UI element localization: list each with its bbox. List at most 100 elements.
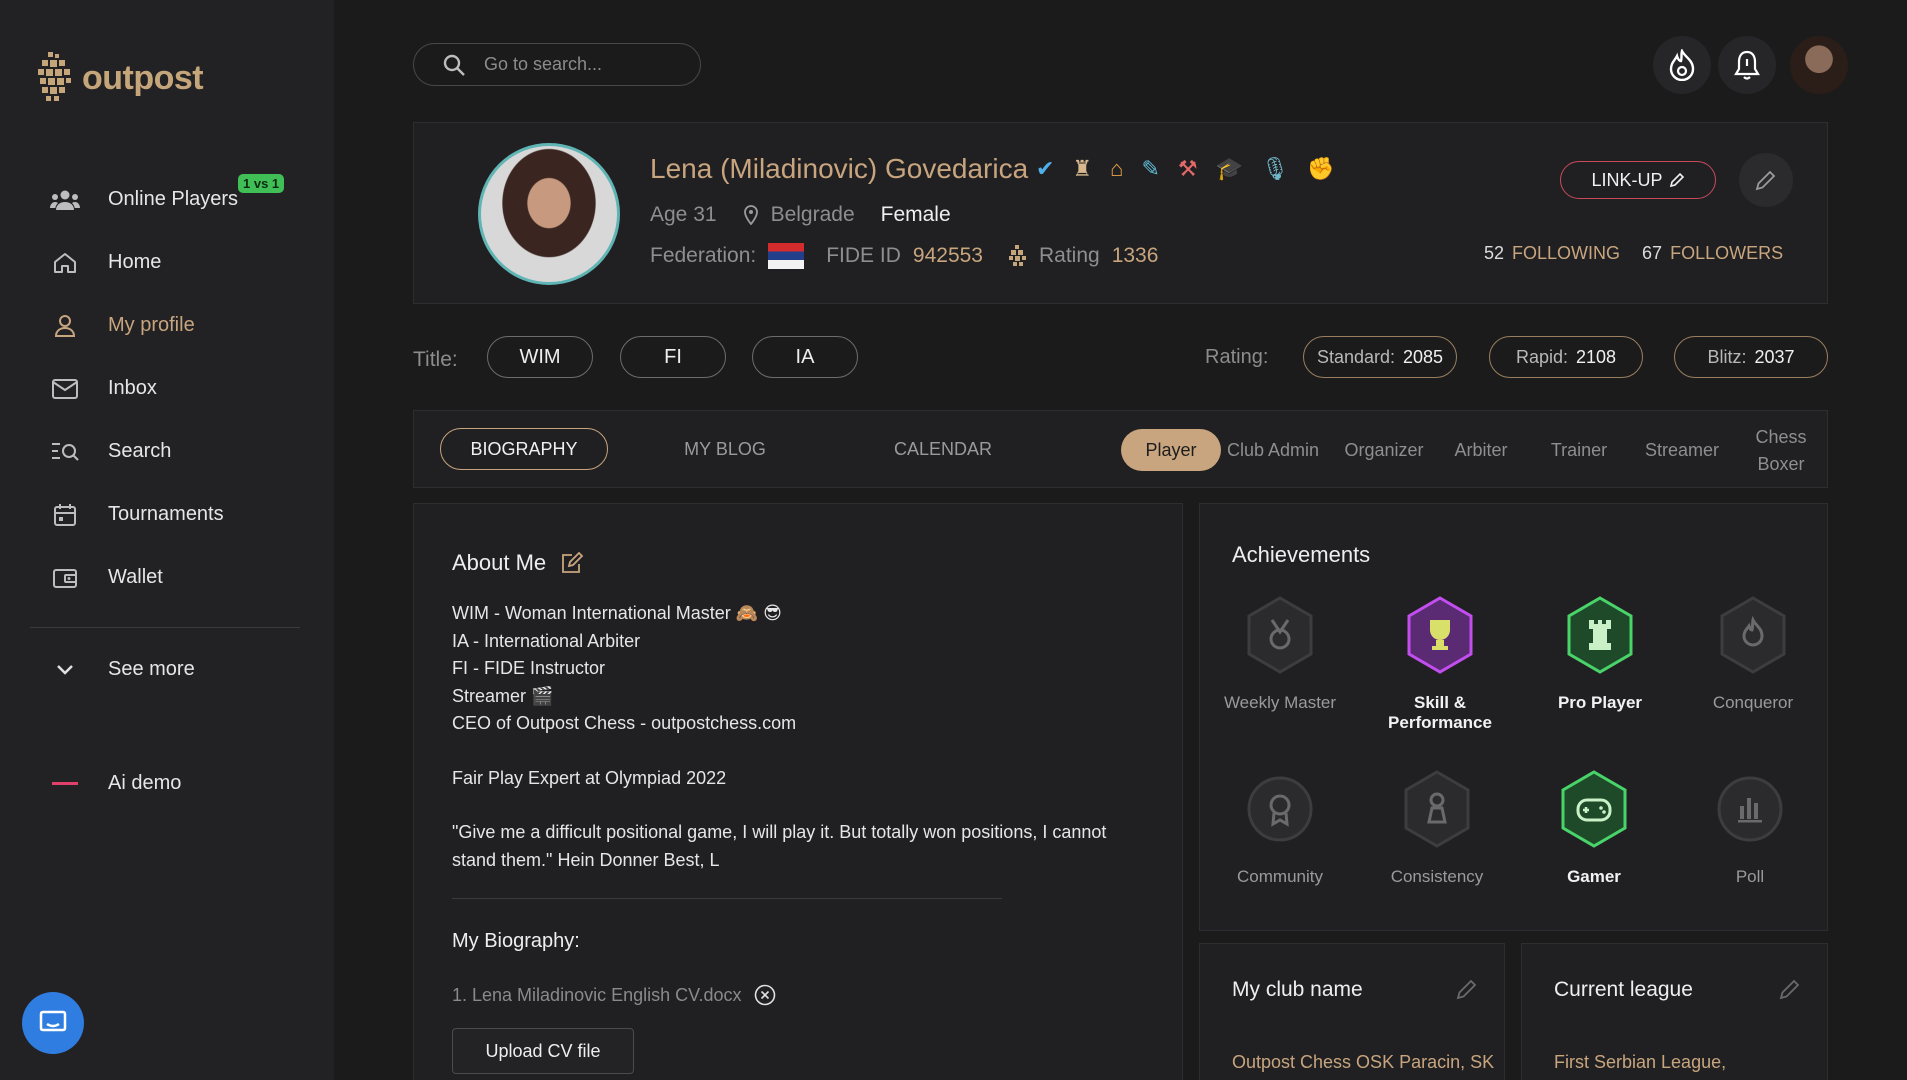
league-name[interactable]: First Serbian League, <box>1554 1052 1726 1073</box>
cv-file-name[interactable]: 1. Lena Miladinovic English CV.docx <box>452 985 742 1006</box>
title-pill-ia[interactable]: IA <box>752 336 858 378</box>
federation-label: Federation: <box>650 244 757 267</box>
edit-profile-button[interactable] <box>1739 153 1793 207</box>
title-pill-wim[interactable]: WIM <box>487 336 593 378</box>
achievement-community[interactable]: Community <box>1205 770 1355 887</box>
achievement-consistency[interactable]: Consistency <box>1362 770 1512 887</box>
achievement-label: Gamer <box>1567 867 1621 886</box>
pencil-icon[interactable] <box>1456 978 1478 1000</box>
link-up-button[interactable]: LINK-UP <box>1560 161 1716 199</box>
sidebar-item-label: Wallet <box>108 566 163 588</box>
sidebar-item-label: Tournaments <box>108 503 224 525</box>
rating-value: 1336 <box>1111 244 1159 267</box>
edit-icon[interactable] <box>560 552 584 574</box>
link-up-label: LINK-UP <box>1591 169 1663 190</box>
rating-pill-blitz[interactable]: Blitz: 2037 <box>1674 336 1828 378</box>
streak-button[interactable] <box>1653 36 1711 94</box>
location-pin-icon <box>743 205 758 225</box>
sidebar-item-my-profile[interactable]: My profile <box>0 294 334 357</box>
rating-pill-standard[interactable]: Standard: 2085 <box>1303 336 1457 378</box>
role-tab-arbiter[interactable]: Arbiter <box>1444 429 1518 471</box>
sidebar-item-home[interactable]: Home <box>0 231 334 294</box>
role-tab-organizer[interactable]: Organizer <box>1336 429 1432 471</box>
role-tab-trainer[interactable]: Trainer <box>1542 429 1616 471</box>
achievement-poll[interactable]: Poll <box>1675 770 1825 887</box>
graduation-cap-icon: 🎓 <box>1215 156 1244 181</box>
rating-pill-rapid[interactable]: Rapid: 2108 <box>1489 336 1643 378</box>
club-name[interactable]: Outpost Chess OSK Paracin, SK <box>1232 1052 1494 1073</box>
rating-value: 2085 <box>1403 346 1444 367</box>
achievement-label: Community <box>1237 867 1323 886</box>
about-card: About Me WIM - Woman International Maste… <box>413 503 1183 1080</box>
pawn-icon <box>1404 770 1470 848</box>
user-avatar[interactable] <box>1790 36 1848 94</box>
brand-logo[interactable]: outpost <box>36 52 204 104</box>
chat-support-button[interactable] <box>22 992 84 1054</box>
sidebar-item-online-players[interactable]: Online Players 1 vs 1 <box>0 168 334 231</box>
followers-link[interactable]: 67 FOLLOWERS <box>1642 243 1783 264</box>
profile-meta: Age 31 Belgrade Female <box>650 203 951 227</box>
dash-icon <box>50 769 80 799</box>
chess-rook-icon: ♜ <box>1072 156 1093 181</box>
rating-type: Standard: <box>1316 346 1395 367</box>
role-tab-streamer[interactable]: Streamer <box>1636 429 1728 471</box>
global-search[interactable] <box>413 43 701 86</box>
following-link[interactable]: 52 FOLLOWING <box>1484 243 1620 264</box>
title-label: Title: <box>413 348 458 371</box>
profile-card: Lena (Miladinovic) Govedarica ✔ ♜ ⌂ ✎ ⚒ … <box>413 122 1828 304</box>
tab-calendar[interactable]: CALENDAR <box>880 428 1006 470</box>
achievement-conqueror[interactable]: Conqueror <box>1678 596 1828 713</box>
wallet-icon <box>50 563 80 593</box>
rating-value: 2037 <box>1754 346 1795 367</box>
profile-federation-row: Federation: FIDE ID 942553 Rating 1336 <box>650 243 1158 269</box>
tab-my-blog[interactable]: MY BLOG <box>661 428 789 470</box>
follow-stats: 52 FOLLOWING 67 FOLLOWERS <box>1484 243 1783 264</box>
title-pill-fi[interactable]: FI <box>620 336 726 378</box>
users-icon <box>50 185 80 215</box>
achievement-label: Skill & Performance <box>1388 693 1492 732</box>
profile-tabs: BIOGRAPHY MY BLOG CALENDAR Player Club A… <box>413 410 1828 488</box>
role-tab-club-admin[interactable]: Club Admin <box>1220 429 1326 471</box>
about-text: WIM - Woman International Master 🙈 😎 IA … <box>452 600 1152 874</box>
role-tab-player[interactable]: Player <box>1121 429 1221 471</box>
sidebar-item-inbox[interactable]: Inbox <box>0 357 334 420</box>
notifications-button[interactable] <box>1718 36 1776 94</box>
achievement-label: Pro Player <box>1557 693 1643 712</box>
about-line: FI - FIDE Instructor <box>452 658 606 678</box>
tab-biography[interactable]: BIOGRAPHY <box>440 428 608 470</box>
search-input[interactable] <box>484 54 684 75</box>
trophy-icon <box>1407 596 1473 674</box>
achievement-weekly-master[interactable]: Weekly Master <box>1205 596 1355 713</box>
fide-id: 942553 <box>912 244 983 267</box>
chat-icon <box>39 1010 67 1032</box>
sidebar-item-search[interactable]: Search <box>0 420 334 483</box>
pencil-icon[interactable] <box>1779 978 1801 1000</box>
about-line: WIM - Woman International Master 🙈 😎 <box>452 603 782 623</box>
sidebar-item-tournaments[interactable]: Tournaments <box>0 483 334 546</box>
about-quote: "Give me a difficult positional game, I … <box>452 822 1107 870</box>
role-tab-chess-boxer[interactable]: Chess Boxer <box>1745 423 1817 479</box>
achievement-pro-player[interactable]: Pro Player <box>1525 596 1675 713</box>
achievement-skill-performance[interactable]: Skill & Performance <box>1365 596 1515 733</box>
sidebar-item-wallet[interactable]: Wallet <box>0 546 334 609</box>
profile-location: Belgrade <box>743 203 855 227</box>
sidebar: outpost Online Players 1 vs 1 Home My pr… <box>0 0 334 1080</box>
profile-gender: Female <box>880 203 951 226</box>
bar-chart-icon <box>1717 776 1783 842</box>
about-line: Streamer 🎬 <box>452 685 554 706</box>
about-line: IA - International Arbiter <box>452 630 641 651</box>
league-title: Current league <box>1554 978 1693 1001</box>
club-card: My club name Outpost Chess OSK Paracin, … <box>1199 943 1505 1080</box>
following-label: FOLLOWING <box>1512 243 1621 263</box>
upload-cv-button[interactable]: Upload CV file <box>452 1028 634 1074</box>
search-list-icon <box>50 437 80 467</box>
rating-label: Rating <box>1038 244 1100 267</box>
remove-file-icon[interactable] <box>754 984 776 1006</box>
gavel-icon: ⚒ <box>1177 156 1198 181</box>
sidebar-nav: Online Players 1 vs 1 Home My profile In… <box>0 168 334 609</box>
sidebar-see-more[interactable]: See more <box>0 638 334 701</box>
microphone-icon: 🎙 <box>1261 156 1289 181</box>
achievement-gamer[interactable]: Gamer <box>1519 770 1669 887</box>
sidebar-item-ai-demo[interactable]: Ai demo <box>0 752 334 815</box>
